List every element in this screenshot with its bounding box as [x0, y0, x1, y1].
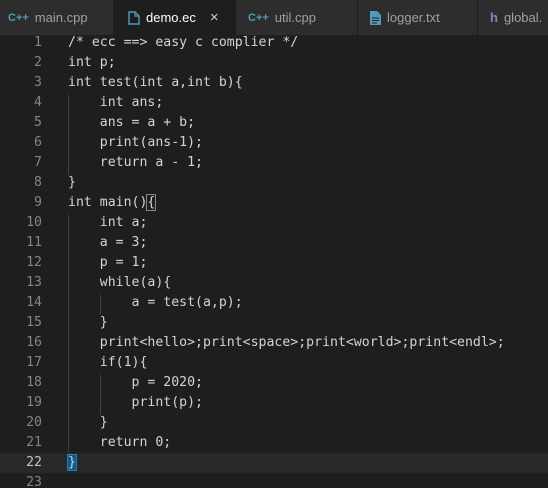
code-text: p = 1; — [68, 255, 148, 270]
line-number: 19 — [26, 395, 42, 410]
line-number: 23 — [26, 475, 42, 488]
code-text: print(ans-1); — [68, 135, 203, 150]
code-line[interactable]: 12 p = 1; — [0, 253, 548, 273]
tab-main-cpp[interactable]: C++ main.cpp — [0, 0, 114, 35]
code-text: int main(){ — [68, 194, 157, 211]
code-line[interactable]: 4 int ans; — [0, 93, 548, 113]
line-number: 1 — [34, 35, 42, 50]
code-line[interactable]: 17 if(1){ — [0, 353, 548, 373]
tab-label: logger.txt — [387, 10, 440, 25]
line-number: 12 — [26, 255, 42, 270]
code-line[interactable]: 10 int a; — [0, 213, 548, 233]
tab-label: main.cpp — [34, 10, 88, 25]
line-number: 5 — [34, 115, 42, 130]
code-text: int test(int a,int b){ — [68, 75, 243, 90]
line-number: 20 — [26, 415, 42, 430]
code-line[interactable]: 13 while(a){ — [0, 273, 548, 293]
code-text: print(p); — [68, 395, 203, 410]
line-number: 17 — [26, 355, 42, 370]
code-line[interactable]: 20 } — [0, 413, 548, 433]
code-line[interactable]: 11 a = 3; — [0, 233, 548, 253]
line-number: 15 — [26, 315, 42, 330]
line-number: 2 — [34, 55, 42, 70]
cpp-file-icon: C++ — [248, 11, 269, 24]
code-line[interactable]: 5 ans = a + b; — [0, 113, 548, 133]
code-text: } — [68, 175, 76, 190]
line-number: 9 — [34, 195, 42, 210]
code-text: a = 3; — [68, 235, 148, 250]
code-text: if(1){ — [68, 355, 148, 370]
code-line[interactable]: 3 int test(int a,int b){ — [0, 73, 548, 93]
tab-logger-txt[interactable]: logger.txt — [358, 0, 478, 35]
tab-bar: C++ main.cpp demo.ec × C++ util.cpp logg… — [0, 0, 548, 35]
code-text: a = test(a,p); — [68, 295, 243, 310]
matched-bracket: } — [67, 454, 77, 471]
code-line[interactable]: 16 print<hello>;print<space>;print<world… — [0, 333, 548, 353]
code-text: } — [67, 453, 77, 473]
document-file-icon — [128, 10, 140, 25]
code-text: ans = a + b; — [68, 115, 196, 130]
code-line[interactable]: 2 int p; — [0, 53, 548, 73]
code-text: /* ecc ==> easy c complier */ — [68, 35, 299, 50]
tab-label: util.cpp — [274, 10, 316, 25]
code-line[interactable]: 21 return 0; — [0, 433, 548, 453]
code-line[interactable]: 18 p = 2020; — [0, 373, 548, 393]
code-line[interactable]: 8} — [0, 173, 548, 193]
header-file-icon: h — [490, 10, 498, 25]
code-line[interactable]: 23 — [0, 473, 548, 488]
line-number: 7 — [34, 155, 42, 170]
code-text: return 0; — [68, 435, 172, 450]
code-text: int a; — [68, 215, 148, 230]
line-number: 6 — [34, 135, 42, 150]
matched-bracket: { — [146, 194, 157, 211]
code-line[interactable]: 22} — [0, 453, 548, 473]
code-line[interactable]: 14 a = test(a,p); — [0, 293, 548, 313]
code-line[interactable]: 1 /* ecc ==> easy c complier */ — [0, 35, 548, 53]
line-number: 10 — [26, 215, 42, 230]
code-text: return a - 1; — [68, 155, 203, 170]
line-number: 3 — [34, 75, 42, 90]
tab-global-h[interactable]: h global. — [478, 0, 548, 35]
code-editor[interactable]: 1 /* ecc ==> easy c complier */ 2 int p; 3 in… — [0, 35, 548, 488]
code-text: p = 2020; — [68, 375, 203, 390]
cpp-file-icon: C++ — [8, 11, 29, 24]
tab-label: demo.ec — [146, 10, 196, 25]
line-number: 8 — [34, 175, 42, 190]
tab-demo-ec[interactable]: demo.ec × — [114, 0, 236, 35]
code-line[interactable]: 15 } — [0, 313, 548, 333]
line-number: 16 — [26, 335, 42, 350]
code-line[interactable]: 19 print(p); — [0, 393, 548, 413]
code-line[interactable]: 7 return a - 1; — [0, 153, 548, 173]
line-number: 21 — [26, 435, 42, 450]
tab-util-cpp[interactable]: C++ util.cpp — [236, 0, 358, 35]
code-line[interactable]: 6 print(ans-1); — [0, 133, 548, 153]
line-number: 13 — [26, 275, 42, 290]
text-file-icon — [370, 10, 381, 25]
code-text: } — [68, 415, 108, 430]
line-number: 22 — [26, 455, 42, 470]
line-number: 11 — [26, 235, 42, 250]
code-text: int p; — [68, 55, 116, 70]
line-number: 18 — [26, 375, 42, 390]
tab-label: global. — [503, 10, 543, 25]
code-line[interactable]: 9 int main(){ — [0, 193, 548, 213]
line-number: 4 — [34, 95, 42, 110]
close-icon[interactable]: × — [210, 9, 219, 26]
code-text: while(a){ — [68, 275, 172, 290]
code-text: } — [68, 315, 108, 330]
line-number: 14 — [26, 295, 42, 310]
code-text: print<hello>;print<space>;print<world>;p… — [68, 335, 505, 350]
code-text: int ans; — [68, 95, 164, 110]
